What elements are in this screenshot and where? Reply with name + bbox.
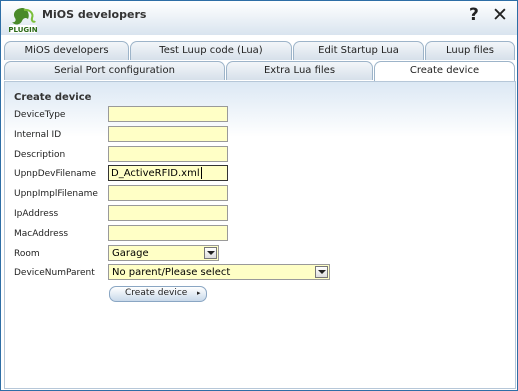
- label-internal-id: Internal ID: [14, 130, 62, 140]
- tab-test-luup-code[interactable]: Test Luup code (Lua): [130, 41, 292, 60]
- tab-label: MiOS developers: [24, 45, 109, 56]
- label-upnp-impl-filename: UpnpImplFilename: [14, 189, 98, 199]
- device-num-parent-select[interactable]: No parent/Please select: [108, 264, 330, 280]
- ip-address-input[interactable]: [108, 205, 228, 221]
- text-caret: [200, 167, 202, 179]
- tab-create-device[interactable]: Create device: [374, 61, 515, 81]
- mac-address-input[interactable]: [108, 225, 228, 241]
- tab-label: Serial Port configuration: [54, 65, 175, 76]
- svg-text:PLUGIN: PLUGIN: [8, 26, 37, 34]
- description-input[interactable]: [108, 146, 228, 162]
- create-device-button[interactable]: Create device ▸: [109, 286, 207, 302]
- label-upnp-dev-filename: UpnpDevFilename: [14, 169, 97, 179]
- tab-extra-lua-files[interactable]: Extra Lua files: [226, 61, 373, 80]
- close-icon[interactable]: ✕: [492, 4, 508, 26]
- label-device-type: DeviceType: [14, 110, 66, 120]
- chevron-down-icon[interactable]: [315, 266, 328, 278]
- tab-row-second: Serial Port configuration Extra Lua file…: [1, 61, 517, 81]
- tab-serial-port-configuration[interactable]: Serial Port configuration: [4, 61, 225, 80]
- tab-label: Test Luup code (Lua): [159, 45, 263, 56]
- create-device-button-label: Create device: [125, 288, 188, 298]
- form-heading: Create device: [14, 92, 92, 103]
- label-ip-address: IpAddress: [14, 209, 59, 219]
- create-device-panel: [4, 81, 516, 389]
- internal-id-input[interactable]: [108, 126, 228, 142]
- room-select[interactable]: Garage: [108, 245, 219, 261]
- tab-row-top: MiOS developers Test Luup code (Lua) Edi…: [1, 41, 517, 61]
- device-num-parent-value: No parent/Please select: [112, 267, 231, 278]
- tab-label: Luup files: [445, 45, 495, 56]
- room-select-value: Garage: [112, 248, 149, 259]
- tab-label: Edit Startup Lua: [318, 45, 399, 56]
- label-room: Room: [14, 249, 40, 259]
- device-type-input[interactable]: [108, 106, 228, 122]
- label-device-num-parent: DeviceNumParent: [14, 268, 95, 278]
- plugin-logo-icon: PLUGIN: [8, 8, 38, 34]
- tab-mios-developers[interactable]: MiOS developers: [4, 41, 129, 60]
- upnp-dev-filename-value: D_ActiveRFID.xml: [111, 168, 200, 179]
- chevron-down-icon[interactable]: [204, 247, 217, 259]
- dialog-window: PLUGIN MiOS developers ? ✕ MiOS develope…: [0, 0, 518, 391]
- tab-label: Create device: [409, 65, 480, 76]
- arrow-right-icon: ▸: [197, 289, 201, 297]
- upnp-impl-filename-input[interactable]: [108, 185, 228, 201]
- tab-luup-files[interactable]: Luup files: [425, 41, 515, 60]
- window-title: MiOS developers: [42, 8, 147, 21]
- label-description: Description: [14, 150, 66, 160]
- help-icon[interactable]: ?: [469, 5, 479, 25]
- title-bar: PLUGIN MiOS developers ? ✕: [1, 1, 517, 35]
- upnp-dev-filename-input[interactable]: D_ActiveRFID.xml: [108, 165, 228, 181]
- tab-edit-startup-lua[interactable]: Edit Startup Lua: [293, 41, 424, 60]
- tab-label: Extra Lua files: [263, 65, 336, 76]
- label-mac-address: MacAddress: [14, 229, 69, 239]
